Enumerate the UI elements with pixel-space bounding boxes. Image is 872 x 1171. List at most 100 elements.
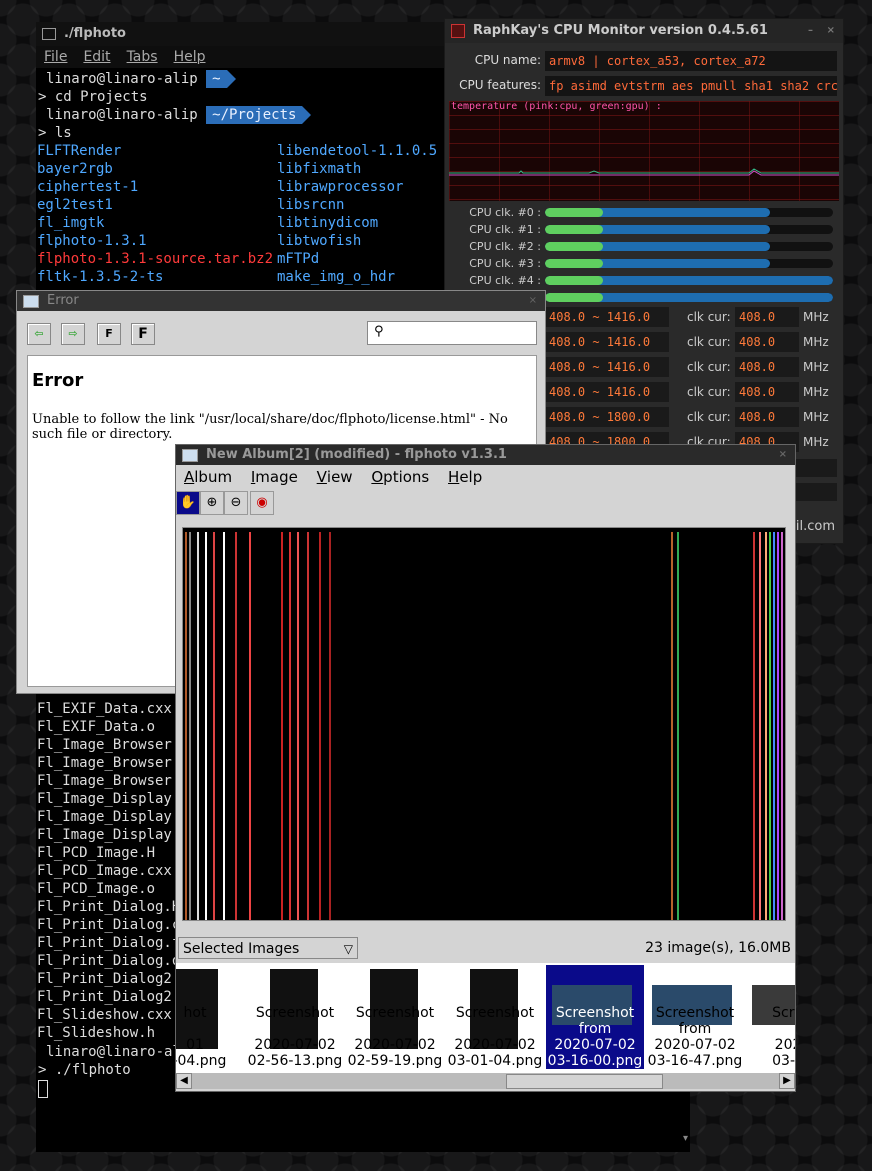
ls-item: libfixmath: [277, 161, 362, 177]
image-stripe: [205, 532, 207, 920]
scroll-thumb[interactable]: [506, 1074, 663, 1089]
flphoto-window[interactable]: New Album[2] (modified) - flphoto v1.3.1…: [175, 444, 796, 1092]
clock-cur-label: clk cur:: [687, 360, 731, 374]
thumbnail-date: 2020-07-02: [354, 1037, 436, 1053]
clock-label: CPU clk. #4 :: [469, 274, 541, 287]
menu-help-mnemonic: H: [448, 468, 460, 486]
clock-row: CPU clk. #3 :: [445, 257, 843, 271]
thumbnail-item[interactable]: Screenshot 2020-07-02 02-59-19.png: [346, 965, 444, 1069]
thumbnail-file: 03-16-00.png: [547, 1053, 643, 1069]
menu-album-rest: lbum: [194, 468, 233, 486]
menu-options-rest: ptions: [383, 468, 430, 486]
flphoto-title: New Album[2] (modified) - flphoto v1.3.1: [206, 447, 507, 462]
cmd-line-3: > ./flphoto: [38, 1062, 131, 1078]
ls-item: fltk-1.3.5-2-ts: [37, 269, 164, 285]
image-stripe: [319, 532, 321, 920]
thumbnail-browser[interactable]: hot018-04.pngScreenshot2020-07-0202-56-1…: [176, 963, 795, 1073]
image-stripe: [189, 532, 191, 920]
image-display[interactable]: [182, 527, 786, 921]
menu-help[interactable]: Help: [448, 465, 482, 489]
clock-row: CPU clk. #4 :: [445, 274, 843, 288]
clock-unit: MHz: [803, 435, 829, 449]
thumbnail-file: 02-56-13.png: [247, 1053, 343, 1069]
zoom-out-icon[interactable]: ⊖: [224, 491, 248, 515]
file-item: Fl_Print_Dialog2.c: [37, 989, 189, 1005]
image-count: 23 image(s), 16.0MB: [645, 940, 791, 956]
close-icon[interactable]: ×: [779, 445, 787, 465]
search-input[interactable]: ⚲: [367, 321, 537, 345]
minimize-icon[interactable]: –: [808, 19, 813, 43]
error-title: Error: [47, 293, 79, 308]
prompt-user: linaro@linaro-alip: [46, 107, 198, 123]
zoom-in-icon[interactable]: ⊕: [200, 491, 224, 515]
thumbnail-item[interactable]: Scre fr 2020-03-21-: [746, 965, 795, 1069]
image-selection-dropdown[interactable]: Selected Images ▽: [178, 937, 358, 959]
ls-item: libsrcnn: [277, 197, 345, 213]
ls-item: make_img_o_hdr: [277, 269, 396, 285]
ls-item: flphoto-1.3.1: [37, 233, 147, 249]
cpu-name-label: CPU name:: [474, 53, 541, 67]
prompt-user: linaro@linaro-alip: [46, 71, 198, 87]
prompt-line-2: linaro@linaro-alip ~/Projects: [46, 106, 312, 124]
close-icon[interactable]: ×: [529, 291, 537, 311]
scroll-down-icon[interactable]: ▾: [683, 1133, 688, 1144]
forward-button[interactable]: ⇨: [61, 323, 85, 345]
menu-album-mnemonic: A: [184, 468, 195, 486]
clock-cur-label: clk cur:: [687, 335, 731, 349]
scroll-left-icon[interactable]: ◀: [176, 1073, 192, 1089]
clock-unit: MHz: [803, 335, 829, 349]
image-stripe: [765, 532, 767, 920]
menu-album[interactable]: Album: [184, 465, 232, 489]
thumbnail-caption: Scre fr: [772, 1005, 795, 1021]
flphoto-titlebar[interactable]: New Album[2] (modified) - flphoto v1.3.1…: [176, 445, 795, 465]
menu-edit[interactable]: Edit: [83, 49, 110, 65]
red-eye-icon[interactable]: ◉: [250, 491, 274, 515]
error-message: Unable to follow the link "/usr/local/sh…: [32, 412, 508, 442]
image-stripe: [769, 532, 771, 920]
cmd-line-2: > ls: [38, 125, 72, 141]
clock-bar: [545, 276, 833, 285]
scroll-right-icon[interactable]: ▶: [779, 1073, 795, 1089]
cpu-titlebar[interactable]: RaphKay's CPU Monitor version 0.4.5.61 –…: [445, 19, 843, 43]
thumbnail-date: 2020-07-02: [454, 1037, 536, 1053]
file-item: Fl_Print_Dialog2.c: [37, 971, 189, 987]
menu-options[interactable]: Options: [371, 465, 429, 489]
clock-range: 408.0 ~ 1416.0: [545, 332, 669, 352]
error-titlebar[interactable]: Error ×: [17, 291, 545, 311]
thumbnail-item[interactable]: Screenshot from 2020-07-02 03-16-47.png: [646, 965, 744, 1069]
thumbnail-item[interactable]: Screenshot from 2020-07-02 03-16-00.png: [546, 965, 644, 1069]
menu-tabs[interactable]: Tabs: [127, 49, 158, 65]
menu-image[interactable]: Image: [251, 465, 298, 489]
font-smaller-button[interactable]: F: [97, 323, 121, 345]
thumbnail-item[interactable]: Screenshot 2020-07-02 03-01-04.png: [446, 965, 544, 1069]
image-stripe: [185, 532, 187, 920]
prompt-line-1: linaro@linaro-alip ~: [46, 70, 237, 88]
image-stripe: [329, 532, 331, 920]
clock-row: CPU clk. #1 :: [445, 223, 843, 237]
menu-view[interactable]: View: [317, 465, 353, 489]
menu-help[interactable]: Help: [174, 49, 206, 65]
file-item: Fl_Slideshow.cxx: [37, 1007, 172, 1023]
clock-cur-label: clk cur:: [687, 410, 731, 424]
hand-tool-icon[interactable]: ✋: [176, 491, 200, 515]
error-heading: Error: [32, 370, 84, 391]
horizontal-scrollbar[interactable]: ◀ ▶: [176, 1073, 795, 1089]
back-button[interactable]: ⇦: [27, 323, 51, 345]
image-stripe: [197, 532, 199, 920]
close-icon[interactable]: ×: [827, 19, 835, 43]
image-stripe: [297, 532, 299, 920]
clock-cur-label: clk cur:: [687, 385, 731, 399]
clock-bar-current: [545, 293, 603, 302]
thumbnail-item[interactable]: Screenshot 2020-07-02 02-56-13.png: [246, 965, 344, 1069]
thumbnail-item[interactable]: hot 018-04.png: [176, 965, 244, 1069]
menu-file[interactable]: File: [44, 49, 67, 65]
ls-item: librawprocessor: [277, 179, 404, 195]
font-larger-button[interactable]: F: [131, 323, 155, 345]
clock-cur-value: 408.0: [735, 382, 799, 402]
thumbnail-caption: Screenshot: [255, 1005, 335, 1021]
prompt-dir: ~: [206, 70, 237, 88]
ls-item: libendetool-1.1.0.5: [277, 143, 438, 159]
image-stripe: [249, 532, 251, 920]
clock-label: CPU clk. #2 :: [469, 240, 541, 253]
thumbnail-date: 2020-07-02: [254, 1037, 336, 1053]
